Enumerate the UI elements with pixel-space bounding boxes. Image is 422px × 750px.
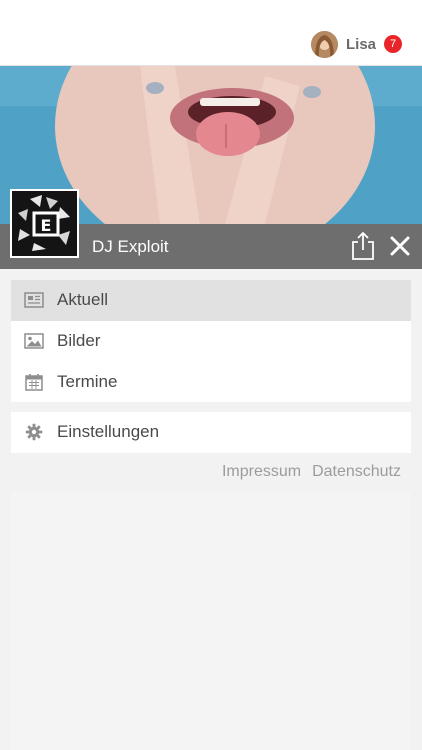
menu-item-aktuell[interactable]: Aktuell (11, 280, 411, 321)
user-avatar[interactable] (310, 30, 338, 58)
top-bar: Lisa 7 (0, 0, 422, 66)
menu-label-aktuell: Aktuell (57, 290, 109, 310)
profile-name: DJ Exploit (92, 237, 169, 256)
menu-item-termine[interactable]: Termine (11, 361, 411, 402)
menu-item-bilder[interactable]: Bilder (11, 321, 411, 362)
notification-badge[interactable]: 7 (384, 35, 402, 53)
user-menu[interactable]: Lisa 7 (310, 30, 402, 58)
svg-text:E: E (41, 216, 52, 235)
settings-menu: Einstellungen (11, 412, 411, 453)
close-icon[interactable] (387, 233, 413, 259)
footer-links: Impressum Datenschutz (222, 463, 401, 481)
main-menu: Aktuell Bilder Termine (11, 280, 411, 403)
menu-label-einstellungen: Einstellungen (57, 422, 160, 442)
gear-icon (24, 422, 44, 442)
dj-exploit-logo: E (10, 189, 79, 258)
newspaper-icon (24, 290, 44, 310)
menu-item-einstellungen[interactable]: Einstellungen (11, 412, 411, 453)
impressum-link[interactable]: Impressum (222, 463, 301, 481)
share-icon[interactable] (350, 230, 376, 262)
user-name[interactable]: Lisa (346, 36, 376, 53)
datenschutz-link[interactable]: Datenschutz (312, 463, 401, 481)
content-panel (11, 492, 411, 750)
calendar-icon (24, 372, 44, 392)
image-icon (24, 331, 44, 351)
menu-label-termine: Termine (57, 371, 118, 391)
menu-label-bilder: Bilder (57, 331, 101, 351)
